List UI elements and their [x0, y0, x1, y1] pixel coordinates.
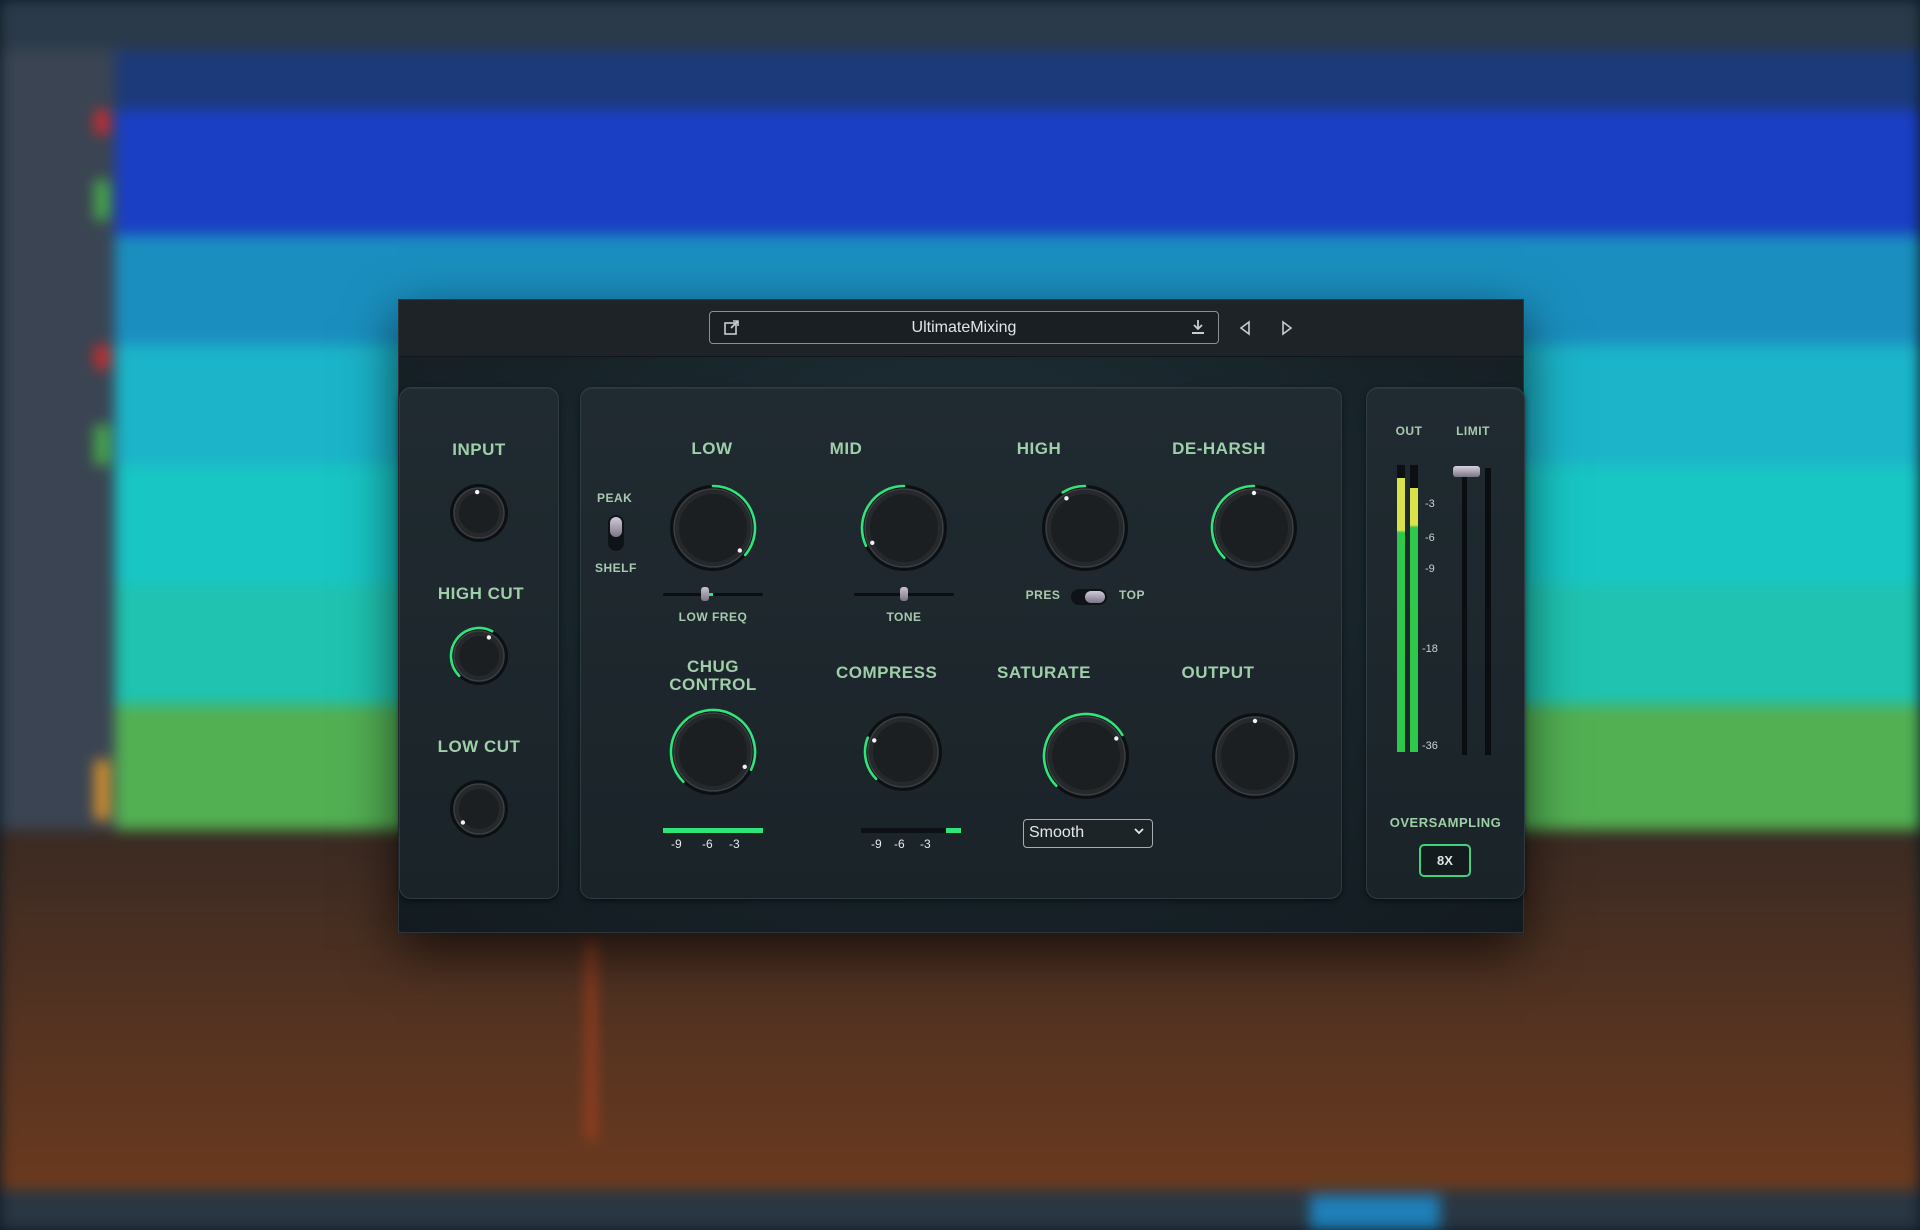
peak-label: PEAK — [597, 491, 633, 505]
chevron-down-icon — [1132, 824, 1146, 843]
triangle-right-icon — [1282, 320, 1293, 336]
pres-label: PRES — [1025, 588, 1061, 602]
peak-shelf-toggle[interactable] — [608, 515, 624, 551]
meter-scale-label: -9 — [1425, 563, 1435, 575]
previous-preset-button[interactable] — [1237, 319, 1255, 337]
plugin-body: INPUT HIGH CUT LOW CUT PEAK SHELF LOW LO… — [399, 357, 1525, 932]
chug-label-line-1: CHUG — [686, 657, 740, 676]
meter-panel: OUT LIMIT -3 -6 -9 -18 -36 OVERSAMPLING … — [1366, 387, 1525, 899]
limit-label: LIMIT — [1456, 424, 1490, 438]
chug-control-knob[interactable] — [667, 706, 759, 798]
pres-top-toggle[interactable] — [1071, 589, 1107, 605]
limit-fader-track[interactable] — [1462, 468, 1467, 755]
limit-meter — [1485, 468, 1491, 755]
chug-tick: -3 — [729, 837, 740, 851]
limit-fader-handle[interactable] — [1453, 466, 1480, 477]
chug-label-line-2: CONTROL — [669, 675, 757, 694]
saturate-label: SATURATE — [996, 663, 1092, 682]
oversampling-label: OVERSAMPLING — [1389, 815, 1502, 830]
top-label: TOP — [1119, 588, 1145, 602]
slider-handle[interactable] — [701, 587, 709, 601]
compress-tick: -3 — [920, 837, 931, 851]
preset-name: UltimateMixing — [911, 319, 1017, 336]
deharsh-knob[interactable] — [1208, 482, 1300, 574]
oversampling-button[interactable]: 8X — [1419, 844, 1471, 877]
mid-label: MID — [829, 439, 863, 458]
chug-tick: -6 — [702, 837, 713, 851]
meter-scale-label: -36 — [1422, 740, 1438, 752]
next-preset-button[interactable] — [1277, 319, 1295, 337]
plugin-top-bar: UltimateMixing — [399, 300, 1523, 357]
out-meter-label: OUT — [1395, 424, 1423, 438]
tone-label: TONE — [886, 610, 922, 624]
meter-scale-label: -6 — [1425, 532, 1435, 544]
input-label: INPUT — [452, 440, 506, 459]
saturate-mode-select[interactable]: Smooth — [1023, 819, 1153, 848]
compress-tick: -9 — [871, 837, 882, 851]
high-cut-knob[interactable] — [447, 624, 511, 688]
low-cut-label: LOW CUT — [437, 737, 521, 756]
preset-selector[interactable]: UltimateMixing — [709, 311, 1219, 344]
chug-tick: -9 — [671, 837, 682, 851]
high-cut-label: HIGH CUT — [437, 584, 525, 603]
tone-slider[interactable] — [854, 587, 954, 601]
input-knob[interactable] — [447, 481, 511, 545]
high-label: HIGH — [1016, 439, 1062, 458]
deharsh-label: DE-HARSH — [1172, 439, 1266, 458]
out-meter-left — [1397, 465, 1405, 752]
mid-gain-knob[interactable] — [858, 482, 950, 574]
io-panel: INPUT HIGH CUT LOW CUT — [399, 387, 559, 899]
compress-reduction-meter-fill — [946, 828, 961, 833]
slider-handle[interactable] — [900, 587, 908, 601]
out-meter-right — [1410, 465, 1418, 752]
chug-reduction-meter-fill — [663, 828, 763, 833]
low-freq-slider[interactable] — [663, 587, 763, 601]
output-knob[interactable] — [1209, 710, 1301, 802]
toggle-thumb — [610, 517, 622, 537]
toggle-thumb — [1085, 591, 1105, 603]
main-control-panel: PEAK SHELF LOW LOW FREQ MID TONE HIGH PR… — [580, 387, 1342, 899]
shelf-label: SHELF — [595, 561, 637, 575]
compress-tick: -6 — [894, 837, 905, 851]
meter-scale-label: -18 — [1422, 643, 1438, 655]
plugin-window: UltimateMixing INPUT HIGH CUT LOW CUT PE… — [398, 299, 1525, 933]
meter-scale-label: -3 — [1425, 498, 1435, 510]
saturate-knob[interactable] — [1040, 710, 1132, 802]
low-label: LOW — [691, 439, 733, 458]
triangle-left-icon — [1239, 320, 1250, 336]
saturate-mode-value: Smooth — [1029, 824, 1085, 841]
compress-knob[interactable] — [861, 710, 945, 794]
download-icon[interactable] — [1190, 319, 1206, 340]
output-label: OUTPUT — [1181, 663, 1255, 682]
low-cut-knob[interactable] — [447, 777, 511, 841]
low-gain-knob[interactable] — [667, 482, 759, 574]
compress-label: COMPRESS — [836, 663, 938, 682]
high-gain-knob[interactable] — [1039, 482, 1131, 574]
low-freq-label: LOW FREQ — [678, 610, 748, 624]
